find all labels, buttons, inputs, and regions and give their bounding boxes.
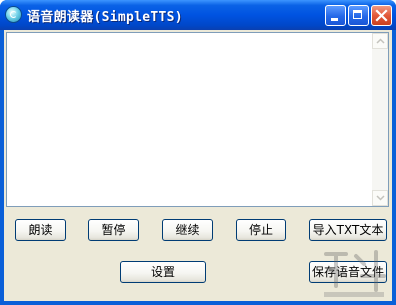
close-icon [375, 9, 388, 22]
read-button[interactable]: 朗读 [15, 219, 66, 241]
settings-button[interactable]: 设置 [120, 261, 206, 283]
scroll-up-button[interactable] [372, 33, 388, 49]
vertical-scrollbar[interactable] [372, 33, 388, 206]
window-title: 语音朗读器(SimpleTTS) [27, 10, 183, 25]
chevron-up-icon [376, 38, 385, 44]
minimize-button[interactable] [325, 5, 346, 26]
title-bar[interactable]: 语音朗读器(SimpleTTS) [0, 0, 396, 30]
scroll-down-button[interactable] [372, 190, 388, 206]
text-input-area[interactable] [6, 32, 389, 207]
watermark-logo [324, 250, 386, 297]
maximize-icon [353, 10, 362, 19]
import-txt-button[interactable]: 导入TXT文本 [309, 219, 387, 241]
minimize-icon [331, 18, 338, 21]
close-button[interactable] [371, 5, 392, 26]
stop-button[interactable]: 停止 [236, 219, 286, 241]
resume-button[interactable]: 继续 [162, 219, 213, 241]
maximize-button[interactable] [348, 5, 369, 26]
pause-button[interactable]: 暂停 [88, 219, 139, 241]
chevron-down-icon [376, 195, 385, 201]
app-icon[interactable] [6, 7, 21, 22]
